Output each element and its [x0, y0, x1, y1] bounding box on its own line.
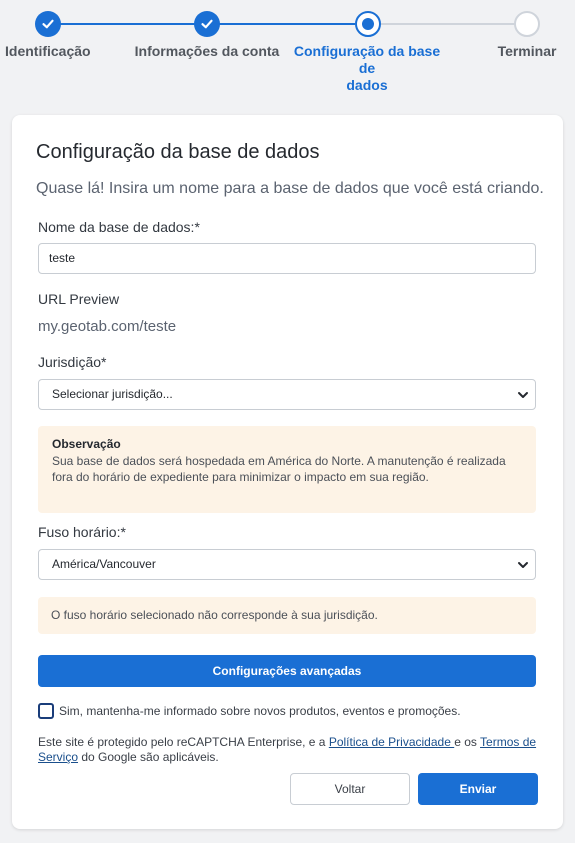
timezone-label: Fuso horário:*: [38, 524, 126, 540]
url-preview-label: URL Preview: [38, 291, 120, 307]
legal-middle: e os: [454, 735, 481, 749]
jurisdiction-select[interactable]: Selecionar jurisdição...: [38, 379, 536, 410]
note-text: Sua base de dados será hospedada em Amér…: [52, 454, 506, 484]
chevron-down-icon: [518, 562, 528, 568]
step-connector: [381, 23, 515, 25]
submit-button[interactable]: Enviar: [418, 773, 538, 805]
database-name-input[interactable]: teste: [38, 243, 536, 274]
card-title: Configuração da base de dados: [36, 141, 320, 163]
chevron-down-icon: [518, 392, 528, 398]
current-step-dot: [362, 18, 374, 30]
back-button[interactable]: Voltar: [290, 773, 410, 805]
step-3-indicator: [355, 11, 381, 37]
progress-stepper: Identificação Informações da conta Confi…: [0, 0, 575, 100]
jurisdiction-select-value: Selecionar jurisdição...: [52, 387, 173, 401]
url-preview-value: my.geotab.com/teste: [38, 318, 177, 335]
legal-suffix: do Google são aplicáveis.: [78, 750, 219, 764]
check-icon: [201, 19, 213, 29]
step-2-label: Informações da conta: [134, 43, 280, 59]
timezone-warning: O fuso horário selecionado não correspon…: [38, 597, 536, 634]
step-1-label: Identificação: [5, 43, 91, 59]
step-3-label-line1: Configuração da base de: [293, 43, 441, 76]
step-connector: [48, 23, 195, 25]
step-connector: [219, 23, 355, 25]
step-3-label: Configuração da base de dados: [284, 43, 450, 94]
step-3-label-line2: dados: [346, 77, 388, 93]
hosting-note: Observação Sua base de dados será hosped…: [38, 426, 536, 513]
privacy-policy-link[interactable]: Política de Privacidade: [329, 735, 454, 749]
advanced-settings-button[interactable]: Configurações avançadas: [38, 655, 536, 687]
recaptcha-notice: Este site é protegido pelo reCAPTCHA Ent…: [38, 735, 538, 765]
database-name-label: Nome da base de dados:*: [38, 219, 200, 235]
step-2-indicator: [194, 11, 220, 37]
note-title: Observação: [52, 437, 121, 451]
timezone-select-value: América/Vancouver: [52, 557, 156, 571]
newsletter-checkbox-label[interactable]: Sim, mantenha-me informado sobre novos p…: [59, 704, 461, 718]
step-1-indicator: [35, 11, 61, 37]
step-4-indicator: [514, 11, 540, 37]
database-config-card: Configuração da base de dados Quase lá! …: [12, 115, 563, 829]
card-subtitle: Quase lá! Insira um nome para a base de …: [36, 180, 544, 197]
timezone-select[interactable]: América/Vancouver: [38, 549, 536, 580]
step-4-label: Terminar: [497, 43, 557, 59]
jurisdiction-label: Jurisdição*: [38, 354, 107, 370]
legal-prefix: Este site é protegido pelo reCAPTCHA Ent…: [38, 735, 329, 749]
timezone-warning-text: O fuso horário selecionado não correspon…: [51, 608, 378, 622]
newsletter-checkbox[interactable]: [38, 703, 54, 719]
check-icon: [42, 19, 54, 29]
